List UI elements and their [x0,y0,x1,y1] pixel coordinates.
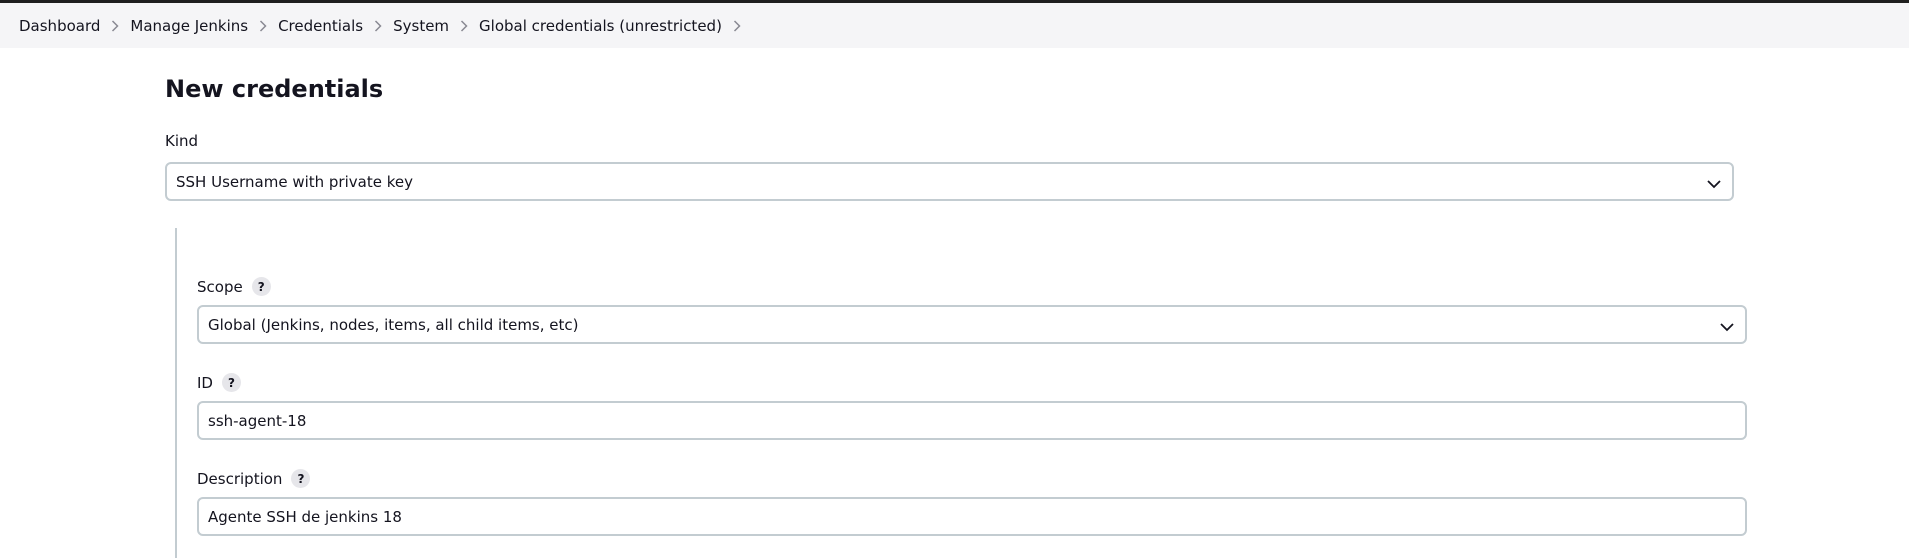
breadcrumb-item-global-credentials: Global credentials (unrestricted) [479,17,752,35]
chevron-down-icon [1720,318,1734,336]
breadcrumb-link-credentials[interactable]: Credentials [278,17,363,35]
chevron-right-icon[interactable] [100,19,130,33]
breadcrumb: Dashboard Manage Jenkins Credentials Sys… [0,3,1909,48]
description-label-text: Description [197,469,283,488]
breadcrumb-item-system: System [393,17,479,35]
chevron-right-icon[interactable] [363,19,393,33]
chevron-right-icon[interactable] [449,19,479,33]
breadcrumb-item-manage-jenkins: Manage Jenkins [130,17,278,35]
scope-label: Scope ? [197,277,271,296]
breadcrumb-item-credentials: Credentials [278,17,393,35]
kind-select-value: SSH Username with private key [176,172,413,191]
id-input[interactable] [197,401,1747,440]
scope-select[interactable]: Global (Jenkins, nodes, items, all child… [197,305,1747,344]
help-icon[interactable]: ? [251,277,271,296]
id-label: ID ? [197,373,241,392]
description-label: Description ? [197,469,311,488]
breadcrumb-link-global-credentials[interactable]: Global credentials (unrestricted) [479,17,722,35]
help-icon[interactable]: ? [221,373,241,392]
chevron-down-icon [1707,175,1721,193]
chevron-right-icon[interactable] [722,19,752,33]
page-title: New credentials [165,75,384,103]
scope-label-text: Scope [197,277,243,296]
description-input[interactable] [197,497,1747,536]
scope-select-value: Global (Jenkins, nodes, items, all child… [208,315,579,334]
id-label-text: ID [197,373,213,392]
kind-label-text: Kind [165,132,199,150]
breadcrumb-link-dashboard[interactable]: Dashboard [19,17,100,35]
breadcrumb-link-manage-jenkins[interactable]: Manage Jenkins [130,17,248,35]
kind-select[interactable]: SSH Username with private key [165,162,1734,201]
help-icon[interactable]: ? [291,469,311,488]
chevron-right-icon[interactable] [248,19,278,33]
breadcrumb-link-system[interactable]: System [393,17,449,35]
breadcrumb-item-dashboard: Dashboard [19,17,130,35]
kind-label: Kind [165,132,198,150]
